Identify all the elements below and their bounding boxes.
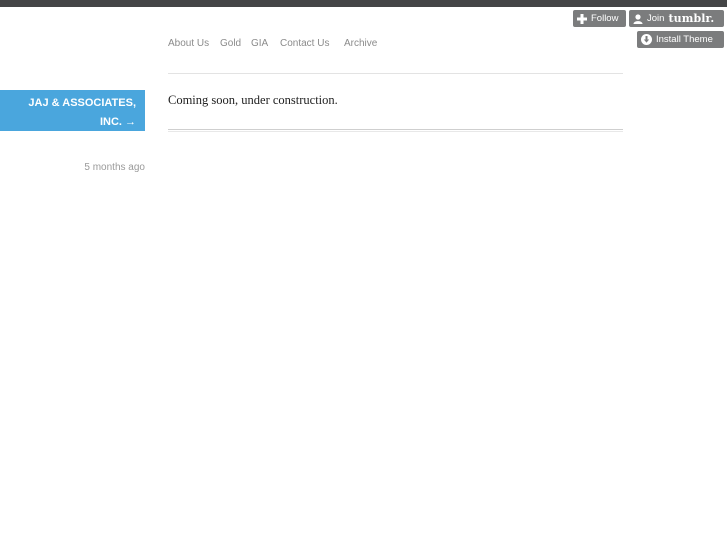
post-timestamp[interactable]: 5 months ago xyxy=(84,162,145,173)
post-bottom-divider xyxy=(168,129,623,130)
follow-label: Follow xyxy=(591,13,619,24)
post-body: Coming soon, under construction. xyxy=(168,93,338,107)
follow-button[interactable]: Follow xyxy=(573,10,626,27)
blog-title-line2: INC. → xyxy=(99,116,136,128)
nav-link-about-us[interactable]: About Us xyxy=(168,38,209,49)
nav-link-archive[interactable]: Archive xyxy=(344,38,377,49)
post-top-divider xyxy=(168,73,623,74)
tumblr-wordmark: tumblr. xyxy=(668,12,715,25)
user-icon xyxy=(633,13,643,24)
join-label: Join xyxy=(647,13,665,24)
install-theme-button[interactable]: Install Theme xyxy=(637,31,724,48)
nav-link-gold[interactable]: Gold xyxy=(220,38,241,49)
top-bar xyxy=(0,0,727,7)
post-bottom-divider-shadow xyxy=(168,131,623,132)
plus-icon xyxy=(577,13,587,24)
nav-link-gia[interactable]: GIA xyxy=(251,38,268,49)
nav-link-contact-us[interactable]: Contact Us xyxy=(280,38,329,49)
blog-title-link[interactable]: JAJ & ASSOCIATES, INC. → xyxy=(0,90,145,131)
blog-title-line1: JAJ & ASSOCIATES, xyxy=(28,97,136,109)
install-theme-label: Install Theme xyxy=(656,34,713,45)
join-tumblr-button[interactable]: Join tumblr. xyxy=(629,10,724,27)
download-icon xyxy=(641,34,652,45)
